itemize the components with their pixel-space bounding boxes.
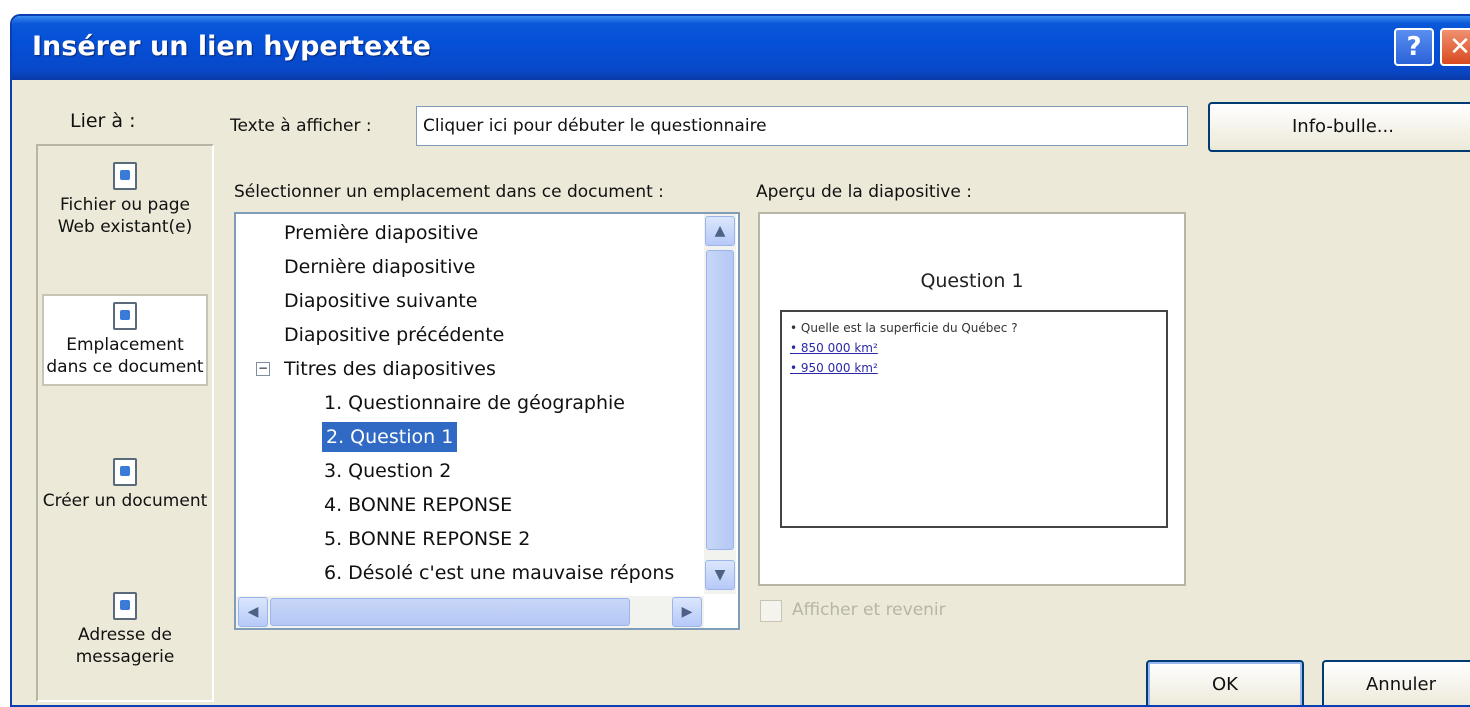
text-to-display-input[interactable] xyxy=(416,106,1188,146)
tree-item[interactable]: Première diapositive xyxy=(284,218,478,248)
vertical-scroll-thumb[interactable] xyxy=(706,250,734,550)
preview-link: • 850 000 km² xyxy=(790,341,878,355)
document-place-icon xyxy=(113,302,137,330)
tree-item[interactable]: 6. Désolé c'est une mauvaise répons xyxy=(324,558,700,588)
ok-button[interactable]: OK xyxy=(1146,660,1304,705)
link-to-bar: Fichier ou page Web existant(e) Emplacem… xyxy=(36,144,214,702)
preview-slide-title: Question 1 xyxy=(920,270,1024,292)
scroll-right-icon[interactable]: ▶ xyxy=(672,597,702,627)
horizontal-scrollbar[interactable]: ◀ ▶ xyxy=(236,596,704,628)
scroll-left-icon[interactable]: ◀ xyxy=(238,597,268,627)
show-and-return-label: Afficher et revenir xyxy=(792,600,946,620)
place-label: Fichier ou page Web existant(e) xyxy=(57,195,193,237)
tree-item[interactable]: Diapositive précédente xyxy=(284,320,504,350)
place-email-address[interactable]: Adresse de messagerie xyxy=(42,592,208,668)
link-to-label: Lier à : xyxy=(70,110,136,132)
tree-item[interactable]: 4. BONNE REPONSE xyxy=(324,490,512,520)
select-place-label: Sélectionner un emplacement dans ce docu… xyxy=(234,182,664,202)
scroll-up-icon[interactable]: ▲ xyxy=(705,216,735,246)
preview-bullet: • Quelle est la superficie du Québec ? xyxy=(790,321,1018,335)
text-to-display-label: Texte à afficher : xyxy=(230,116,372,136)
preview-slide-content: • Quelle est la superficie du Québec ? •… xyxy=(780,310,1168,528)
place-label: Emplacement dans ce document xyxy=(46,335,204,377)
scroll-down-icon[interactable]: ▼ xyxy=(705,560,735,590)
tree-item[interactable]: 1. Questionnaire de géographie xyxy=(324,388,625,418)
tree-item[interactable]: Diapositive suivante xyxy=(284,286,477,316)
new-document-icon xyxy=(113,458,137,486)
place-existing-file[interactable]: Fichier ou page Web existant(e) xyxy=(42,162,208,238)
vertical-scrollbar[interactable]: ▲ ▼ xyxy=(704,214,736,594)
place-label: Créer un document xyxy=(42,491,208,511)
tree-item[interactable]: Dernière diapositive xyxy=(284,252,475,282)
hyperlink-dialog: Insérer un lien hypertexte ? ✕ Lier à : … xyxy=(10,14,1470,707)
horizontal-scroll-thumb[interactable] xyxy=(270,598,630,626)
tree-item-selected[interactable]: 2. Question 1 xyxy=(322,422,458,452)
place-new-document[interactable]: Créer un document xyxy=(42,458,208,512)
show-and-return-checkbox[interactable] xyxy=(760,600,782,622)
dialog-title: Insérer un lien hypertexte xyxy=(32,31,431,62)
place-label: Adresse de messagerie xyxy=(75,625,175,667)
tree-item[interactable]: 3. Question 2 xyxy=(324,456,451,486)
help-button[interactable]: ? xyxy=(1394,28,1434,66)
web-page-icon xyxy=(113,162,137,190)
tree-item[interactable]: 5. BONNE REPONSE 2 xyxy=(324,524,530,554)
slide-preview: Question 1 • Quelle est la superficie du… xyxy=(758,212,1186,586)
email-icon xyxy=(113,592,137,620)
close-button[interactable]: ✕ xyxy=(1440,28,1470,66)
place-this-document[interactable]: Emplacement dans ce document xyxy=(42,294,208,386)
document-places-tree[interactable]: Première diapositive Dernière diapositiv… xyxy=(234,212,740,630)
collapse-toggle-icon[interactable]: − xyxy=(256,362,270,376)
tree-item-slide-titles[interactable]: Titres des diapositives xyxy=(284,354,496,384)
slide-preview-label: Aperçu de la diapositive : xyxy=(756,182,972,202)
title-bar: Insérer un lien hypertexte ? ✕ xyxy=(12,16,1470,80)
cancel-button[interactable]: Annuler xyxy=(1322,660,1470,705)
preview-link: • 950 000 km² xyxy=(790,361,878,375)
screentip-button[interactable]: Info-bulle... xyxy=(1208,102,1470,152)
